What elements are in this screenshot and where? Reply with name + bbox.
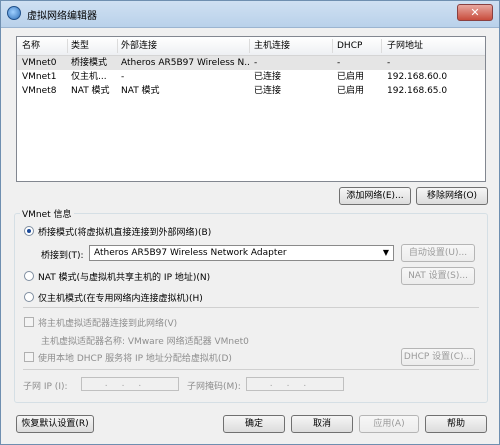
- cell-external: -: [121, 72, 125, 82]
- cell-name: VMnet1: [22, 72, 57, 82]
- cell-type: 仅主机...: [71, 72, 107, 82]
- use-dhcp-label[interactable]: 使用本地 DHCP 服务将 IP 地址分配给虚拟机(D): [38, 351, 232, 364]
- subnet-ip-label: 子网 IP (I):: [23, 382, 68, 392]
- column-separator[interactable]: [249, 39, 250, 53]
- host-only-radio[interactable]: [24, 292, 34, 302]
- bridged-to-select[interactable]: Atheros AR5B97 Wireless Network Adapter …: [89, 245, 394, 261]
- connect-adapter-checkbox[interactable]: [24, 317, 34, 327]
- cell-host: 已连接: [254, 72, 282, 82]
- dhcp-settings-button[interactable]: DHCP 设置(C)...: [401, 348, 475, 366]
- column-separator[interactable]: [381, 39, 382, 53]
- host-only-label[interactable]: 仅主机模式(在专用网络内连接虚拟机)(H): [38, 291, 203, 304]
- cell-host: -: [254, 58, 258, 68]
- chevron-down-icon: ▼: [382, 248, 389, 257]
- col-subnet-header[interactable]: 子网地址: [387, 37, 423, 55]
- cell-name: VMnet8: [22, 86, 57, 96]
- cancel-button[interactable]: 取消: [291, 415, 353, 433]
- divider: [23, 369, 479, 370]
- cell-external: NAT 模式: [121, 86, 160, 96]
- subnet-mask-label: 子网掩码(M):: [187, 382, 241, 392]
- cell-external: Atheros AR5B97 Wireless N...: [121, 58, 249, 68]
- vmnet-info-group: [14, 213, 488, 403]
- cell-subnet: 192.168.60.0: [387, 72, 448, 82]
- restore-defaults-button[interactable]: 恢复默认设置(R): [16, 415, 94, 433]
- cell-subnet: 192.168.65.0: [387, 86, 448, 96]
- table-row[interactable]: VMnet8 NAT 模式 NAT 模式 已连接 已启用 192.168.65.…: [17, 84, 485, 98]
- vmnet-info-title: VMnet 信息: [20, 207, 74, 220]
- add-network-button[interactable]: 添加网络(E)...: [339, 187, 411, 205]
- cell-host: 已连接: [254, 86, 282, 96]
- apply-button[interactable]: 应用(A): [359, 415, 419, 433]
- adapter-name-label: 主机虚拟适配器名称: VMware 网络适配器 VMnet0: [41, 337, 249, 347]
- bridged-to-value: Atheros AR5B97 Wireless Network Adapter: [94, 248, 287, 258]
- cell-type: 桥接模式: [71, 58, 108, 68]
- cell-dhcp: 已启用: [337, 72, 365, 82]
- cell-type: NAT 模式: [71, 86, 110, 96]
- col-external-header[interactable]: 外部连接: [121, 37, 157, 55]
- col-host-header[interactable]: 主机连接: [254, 37, 290, 55]
- column-separator[interactable]: [67, 39, 68, 53]
- connect-adapter-label[interactable]: 将主机虚拟适配器连接到此网络(V): [38, 316, 177, 329]
- divider: [23, 307, 479, 308]
- help-button[interactable]: 帮助: [425, 415, 487, 433]
- table-row[interactable]: VMnet1 仅主机... - 已连接 已启用 192.168.60.0: [17, 70, 485, 84]
- nat-mode-radio[interactable]: [24, 271, 34, 281]
- close-button[interactable]: ✕: [457, 4, 493, 21]
- window-title: 虚拟网络编辑器: [27, 11, 97, 22]
- cell-dhcp: -: [337, 58, 341, 68]
- col-type-header[interactable]: 类型: [71, 37, 89, 55]
- remove-network-button[interactable]: 移除网络(O): [416, 187, 488, 205]
- column-separator[interactable]: [117, 39, 118, 53]
- ok-button[interactable]: 确定: [223, 415, 285, 433]
- subnet-mask-field[interactable]: ...: [246, 377, 344, 391]
- bridged-to-label: 桥接到(T):: [41, 251, 84, 261]
- use-dhcp-checkbox[interactable]: [24, 352, 34, 362]
- col-name-header[interactable]: 名称: [22, 37, 40, 55]
- subnet-ip-field[interactable]: ...: [81, 377, 179, 391]
- table-row[interactable]: VMnet0 桥接模式 Atheros AR5B97 Wireless N...…: [17, 56, 485, 70]
- column-separator[interactable]: [332, 39, 333, 53]
- col-dhcp-header[interactable]: DHCP: [337, 37, 362, 55]
- list-header: 名称 类型 外部连接 主机连接 DHCP 子网地址: [17, 37, 485, 56]
- title-bar: 虚拟网络编辑器 ✕: [1, 1, 499, 28]
- nat-settings-button[interactable]: NAT 设置(S)...: [401, 267, 475, 285]
- bridged-mode-label[interactable]: 桥接模式(将虚拟机直接连接到外部网络)(B): [38, 225, 211, 238]
- virtual-network-editor-window: 虚拟网络编辑器 ✕ 名称 类型 外部连接 主机连接 DHCP 子网地址 VMne…: [0, 0, 500, 445]
- app-icon: [7, 6, 21, 20]
- network-list[interactable]: 名称 类型 外部连接 主机连接 DHCP 子网地址 VMnet0 桥接模式 At…: [16, 36, 486, 182]
- bridged-mode-radio[interactable]: [24, 226, 34, 236]
- cell-dhcp: 已启用: [337, 86, 365, 96]
- auto-settings-button[interactable]: 自动设置(U)...: [401, 244, 475, 262]
- cell-name: VMnet0: [22, 58, 57, 68]
- nat-mode-label[interactable]: NAT 模式(与虚拟机共享主机的 IP 地址)(N): [38, 270, 210, 283]
- cell-subnet: -: [387, 58, 391, 68]
